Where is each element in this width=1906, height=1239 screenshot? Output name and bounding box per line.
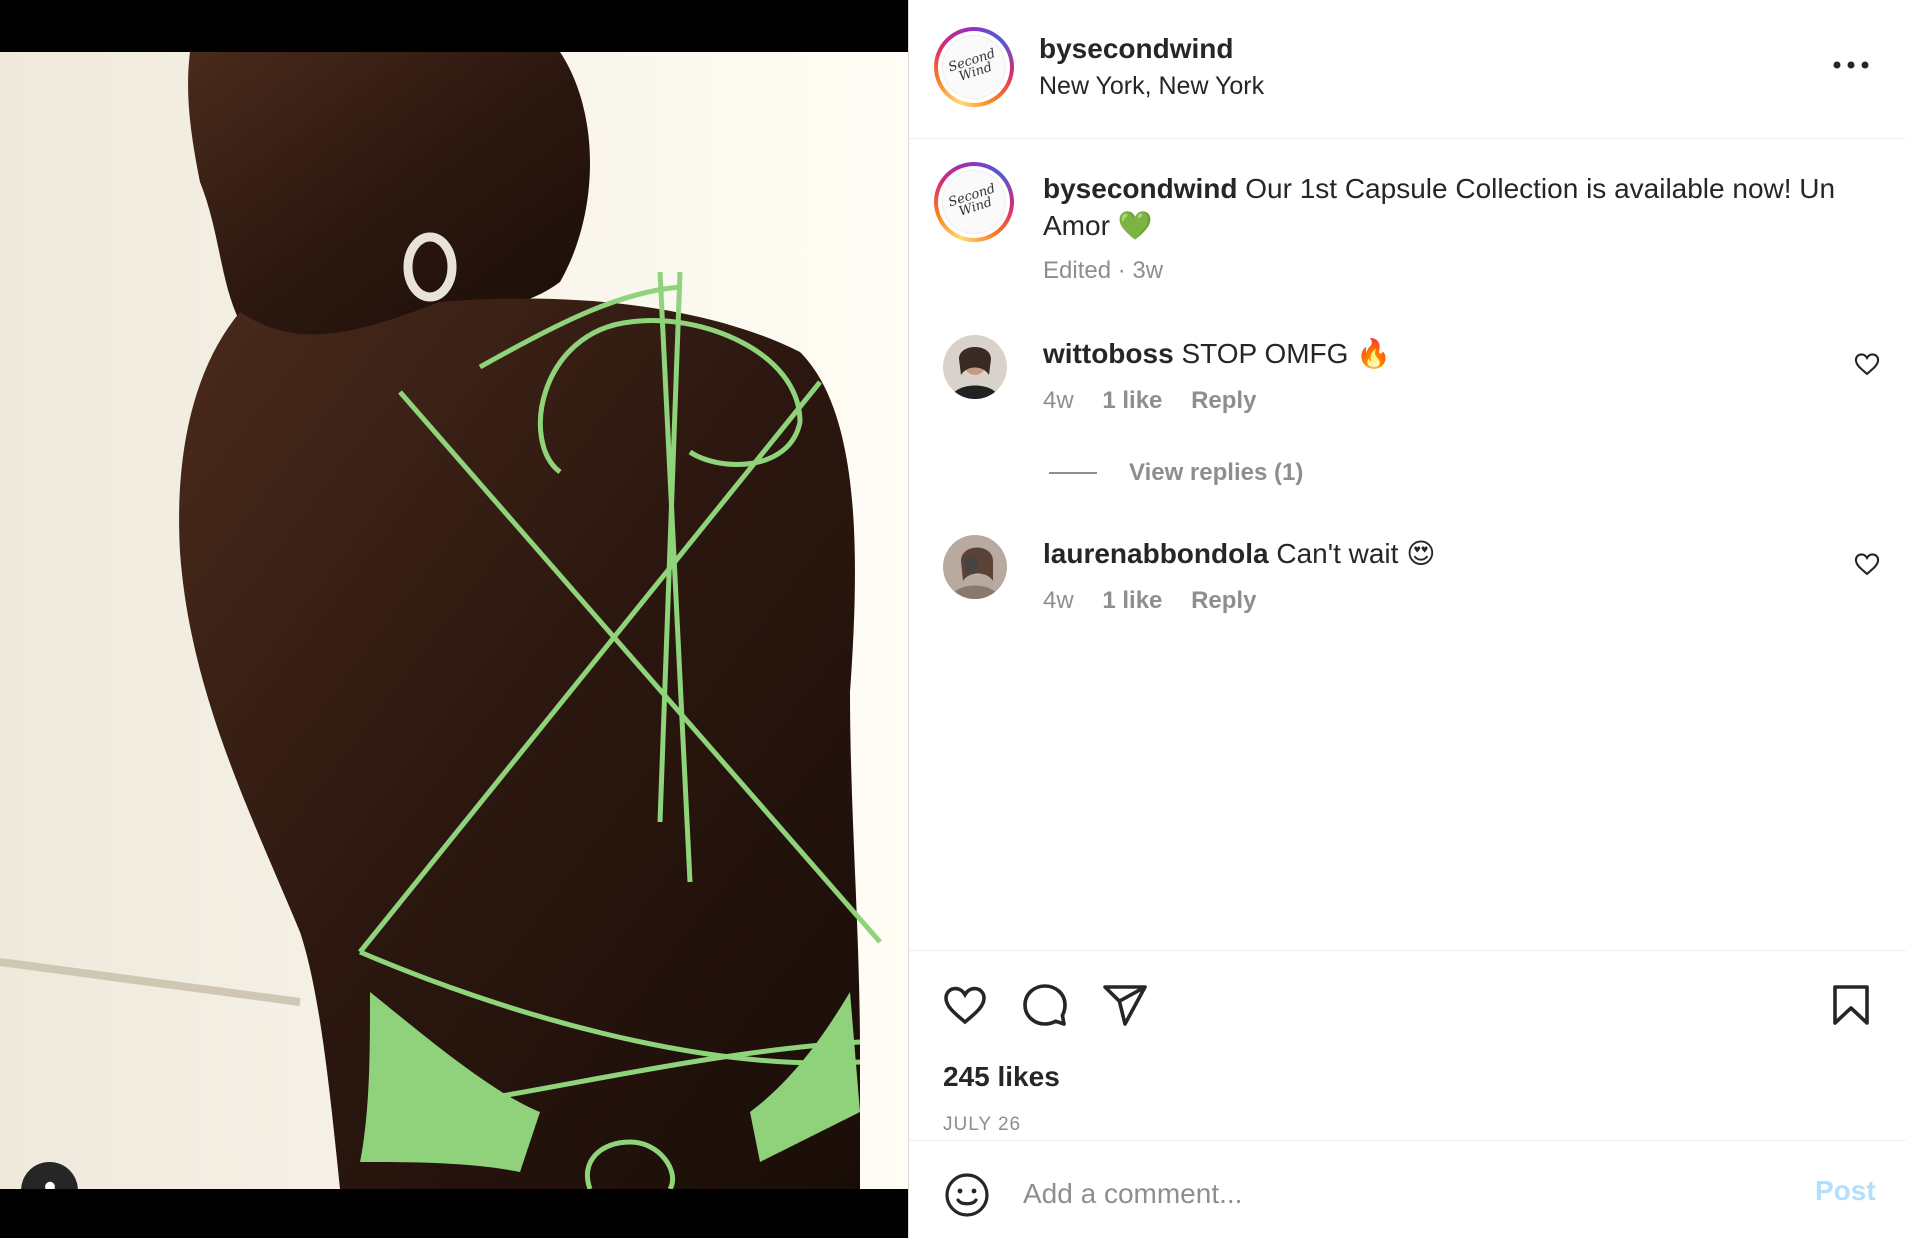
commenter-avatar[interactable] bbox=[943, 535, 1007, 599]
brand-logo: Second Wind bbox=[933, 26, 1015, 108]
brand-logo: Second Wind bbox=[933, 161, 1015, 243]
avatar-inner: Second Wind bbox=[933, 161, 1015, 243]
comment-username[interactable]: wittoboss bbox=[1043, 338, 1174, 369]
view-replies-button[interactable]: View replies (1) bbox=[1049, 458, 1303, 488]
comment-age: 4w bbox=[1043, 387, 1074, 414]
post-location[interactable]: New York, New York bbox=[1039, 72, 1264, 101]
paper-plane-icon bbox=[1103, 985, 1147, 1026]
heart-icon bbox=[1854, 353, 1880, 376]
comment-meta: 4w 1 like Reply bbox=[1043, 587, 1278, 615]
media-panel bbox=[0, 0, 908, 1238]
comment-likes[interactable]: 1 like bbox=[1102, 387, 1162, 414]
reply-button[interactable]: Reply bbox=[1191, 387, 1256, 414]
author-username[interactable]: bysecondwind bbox=[1039, 33, 1233, 65]
view-replies-label: View replies (1) bbox=[1129, 459, 1304, 486]
likes-count[interactable]: 245 likes bbox=[943, 1061, 1060, 1093]
share-button[interactable] bbox=[1101, 981, 1149, 1029]
caption-author-avatar[interactable]: Second Wind bbox=[933, 161, 1015, 243]
post-photo[interactable] bbox=[0, 52, 908, 1189]
emoji-picker-button[interactable] bbox=[943, 1171, 991, 1219]
comment-like-button[interactable] bbox=[1853, 550, 1881, 578]
avatar-photo bbox=[943, 335, 1007, 399]
add-comment-form: Post bbox=[909, 1140, 1906, 1239]
post-image bbox=[0, 52, 908, 1189]
more-options-button[interactable] bbox=[1829, 50, 1873, 80]
avatar-photo bbox=[943, 535, 1007, 599]
comment-text: laurenabbondola Can't wait 😍 bbox=[1043, 535, 1435, 572]
bookmark-icon bbox=[1833, 985, 1869, 1025]
like-button[interactable] bbox=[941, 981, 989, 1029]
caption-text: bysecondwind Our 1st Capsule Collection … bbox=[1043, 170, 1873, 244]
comment-age: 4w bbox=[1043, 587, 1074, 614]
fire-emoji: 🔥 bbox=[1356, 338, 1392, 369]
smiley-icon bbox=[945, 1173, 989, 1217]
more-options-icon bbox=[1833, 61, 1869, 69]
comment-body: Can't wait bbox=[1276, 538, 1399, 569]
comment-body: STOP OMFG bbox=[1181, 338, 1349, 369]
comment-meta: 4w 1 like Reply bbox=[1043, 387, 1278, 415]
comment-username[interactable]: laurenabbondola bbox=[1043, 538, 1269, 569]
comment-text: wittoboss STOP OMFG 🔥 bbox=[1043, 335, 1391, 372]
replies-divider bbox=[1049, 472, 1097, 474]
post-actions: 245 likes JULY 26 bbox=[909, 950, 1906, 1139]
commenter-avatar[interactable] bbox=[943, 335, 1007, 399]
caption-meta: Edited · 3w bbox=[1043, 257, 1164, 284]
caption-username[interactable]: bysecondwind bbox=[1043, 173, 1237, 204]
post-date[interactable]: JULY 26 bbox=[943, 1114, 1021, 1136]
person-icon bbox=[44, 1181, 55, 1189]
comment-item: laurenabbondola Can't wait 😍 4w 1 like R… bbox=[909, 535, 1906, 655]
comment-item: wittoboss STOP OMFG 🔥 4w 1 like Reply bbox=[909, 335, 1906, 455]
comment-likes[interactable]: 1 like bbox=[1102, 587, 1162, 614]
save-button[interactable] bbox=[1827, 981, 1875, 1029]
post-header: Second Wind bysecondwind New York, New Y… bbox=[909, 0, 1906, 139]
avatar-inner: Second Wind bbox=[933, 26, 1015, 108]
heart-icon bbox=[1854, 553, 1880, 576]
reply-button[interactable]: Reply bbox=[1191, 587, 1256, 614]
comment-button[interactable] bbox=[1021, 981, 1069, 1029]
heart-icon bbox=[944, 986, 986, 1025]
green-heart-emoji: 💚 bbox=[1117, 210, 1153, 241]
comment-input[interactable] bbox=[1021, 1165, 1725, 1223]
post-details-panel: Second Wind bysecondwind New York, New Y… bbox=[908, 0, 1906, 1238]
comment-bubble-icon bbox=[1023, 984, 1067, 1026]
post-comment-button[interactable]: Post bbox=[1815, 1175, 1876, 1207]
author-avatar[interactable]: Second Wind bbox=[933, 26, 1015, 108]
heart-eyes-emoji: 😍 bbox=[1406, 538, 1436, 569]
comment-like-button[interactable] bbox=[1853, 350, 1881, 378]
